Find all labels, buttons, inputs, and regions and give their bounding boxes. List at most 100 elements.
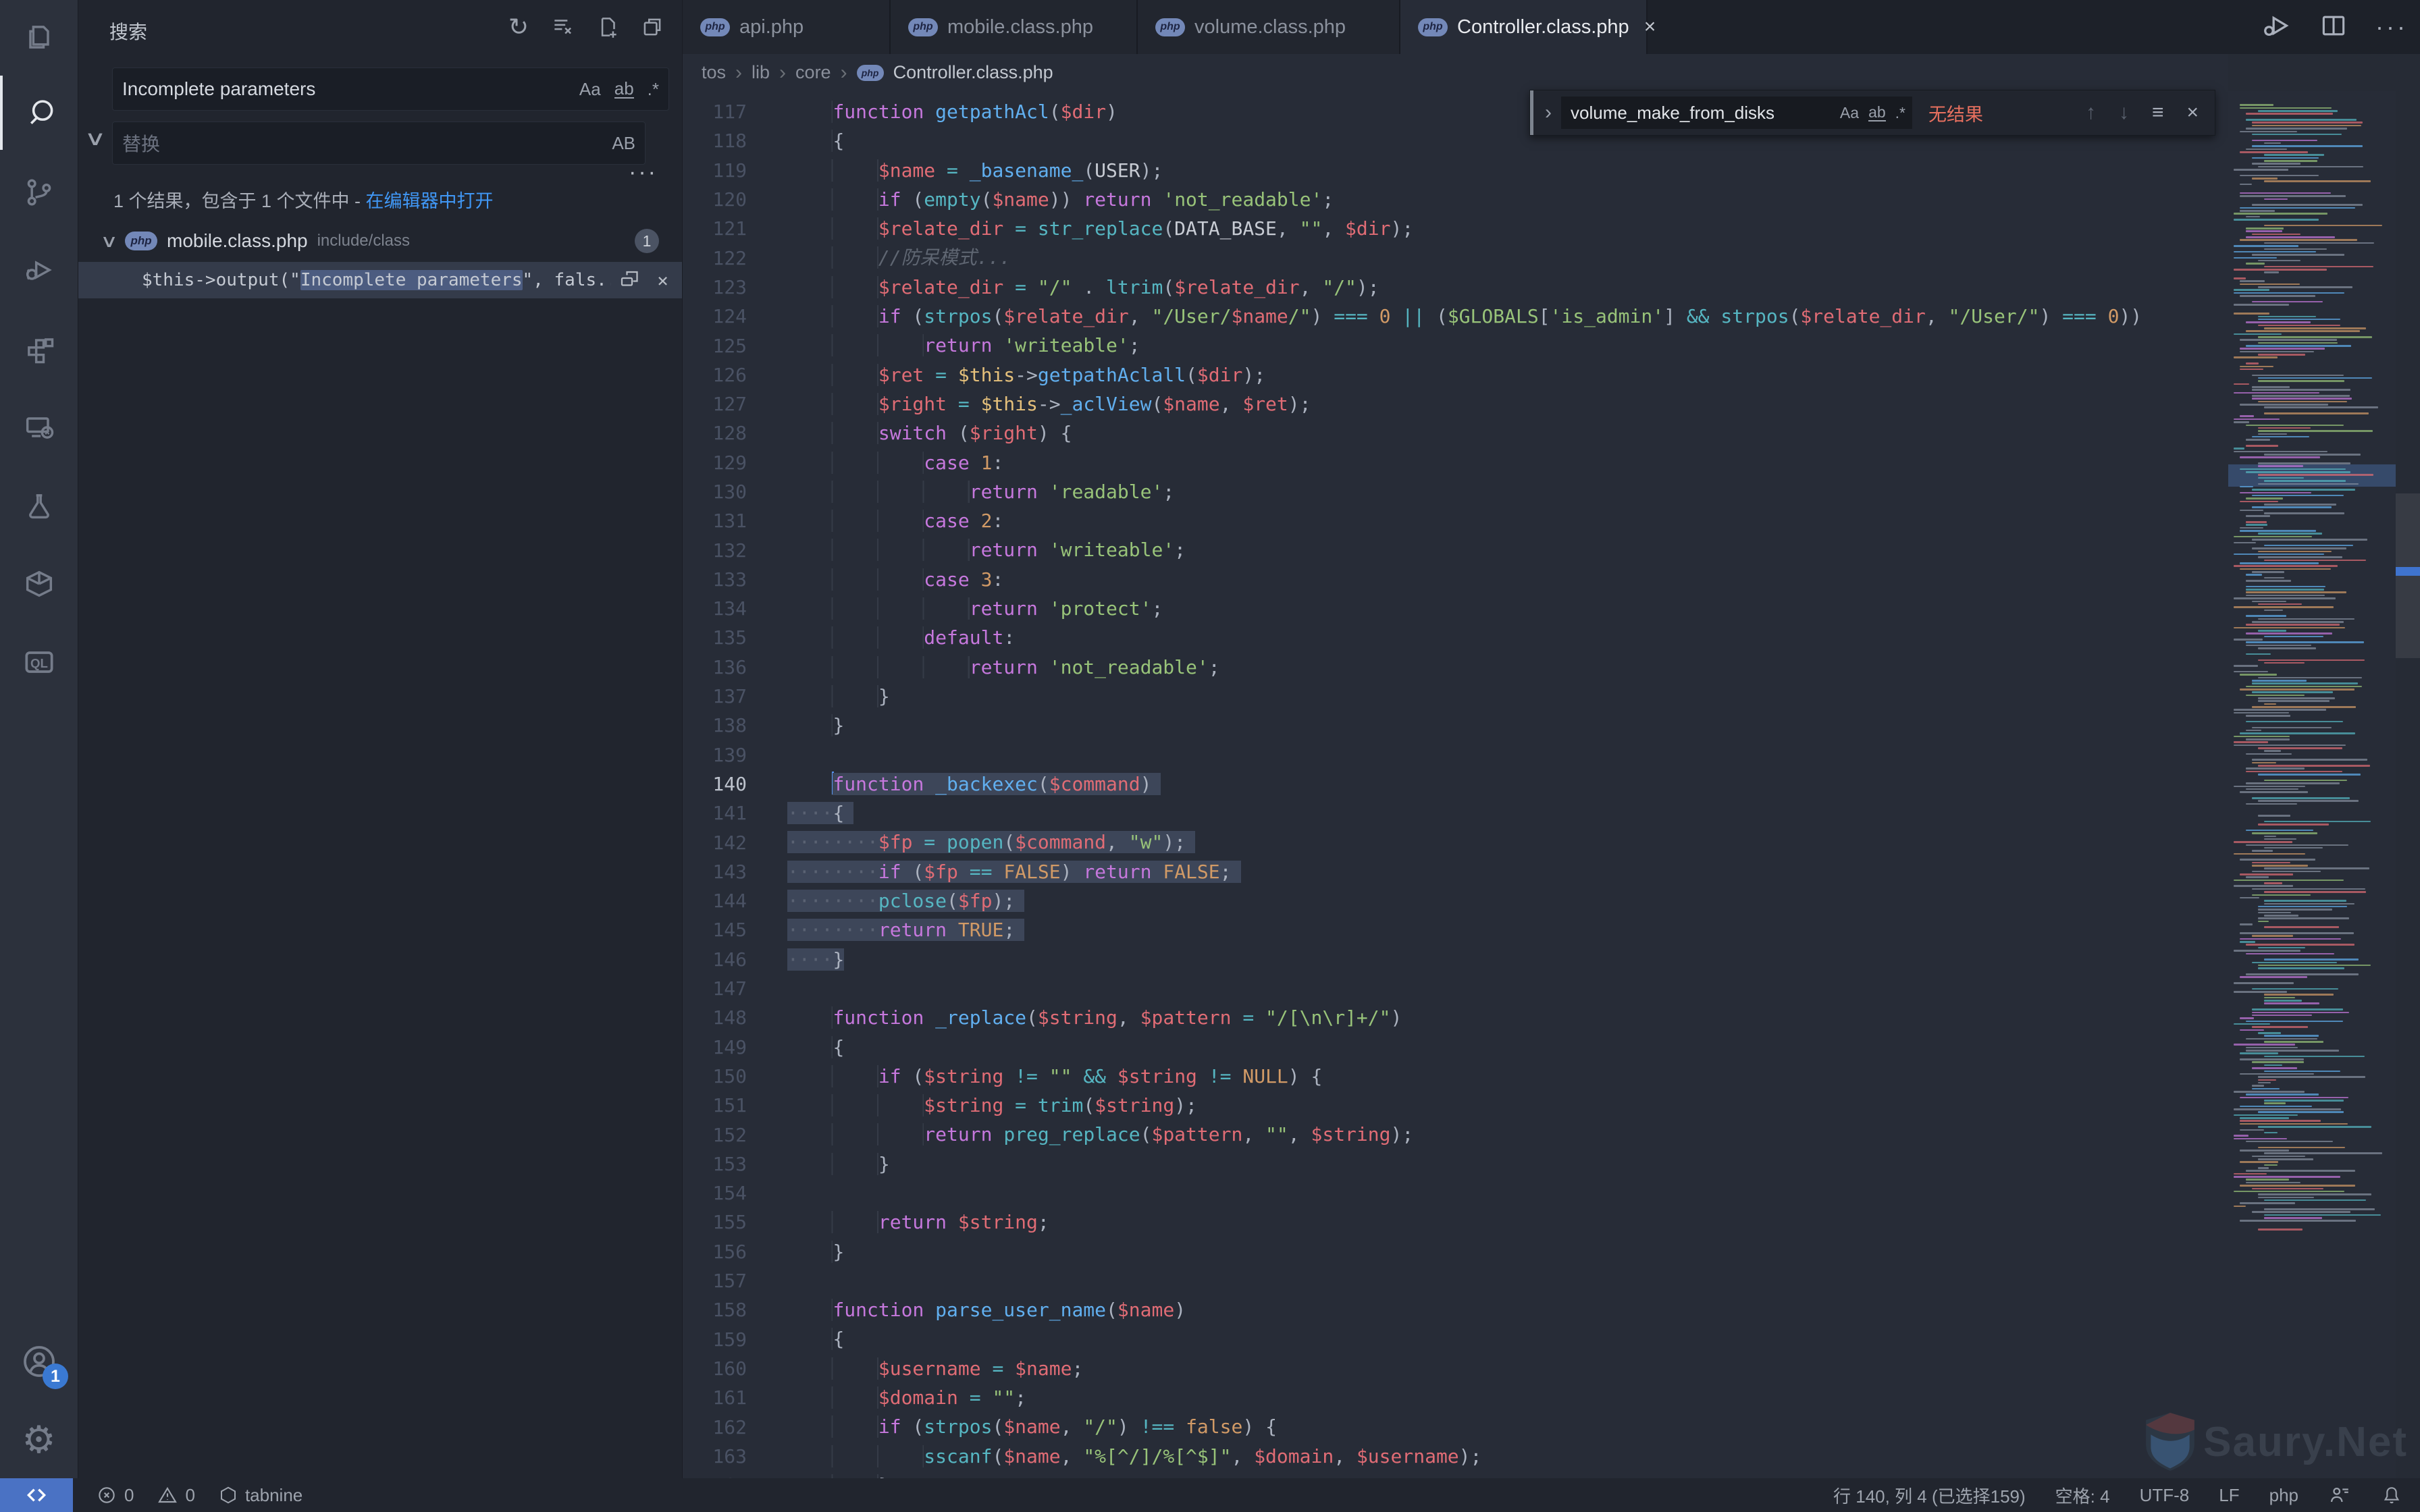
code-line-123[interactable]: 123 $relate_dir = "/" . ltrim($relate_di… xyxy=(683,273,2228,302)
code-line-140[interactable]: 140 function _backexec($command) xyxy=(683,770,2228,799)
codeql-icon[interactable]: QL xyxy=(0,625,78,699)
status-php[interactable]: php xyxy=(2269,1485,2298,1506)
extensions-icon[interactable] xyxy=(0,312,78,386)
code-line-135[interactable]: 135 default: xyxy=(683,623,2228,652)
code-line-134[interactable]: 134 return 'protect'; xyxy=(683,594,2228,623)
close-tab-icon[interactable]: × xyxy=(1644,16,1656,38)
explorer-icon[interactable] xyxy=(0,0,78,74)
code-line-144[interactable]: 144········pclose($fp); xyxy=(683,886,2228,915)
replace-input[interactable]: 替换 AB xyxy=(112,122,646,165)
scrollbar-slider[interactable] xyxy=(2396,493,2420,658)
find-previous-icon[interactable]: ↑ xyxy=(2086,101,2096,124)
code-line-143[interactable]: 143········if ($fp == FALSE) return FALS… xyxy=(683,857,2228,886)
open-in-editor-link[interactable]: 在编辑器中打开 xyxy=(366,191,494,211)
whole-word-icon[interactable]: ab xyxy=(1868,105,1886,122)
toggle-replace-icon[interactable]: › xyxy=(1545,101,1552,124)
match-result-row[interactable]: $this->output("Incomplete parameters", f… xyxy=(78,262,682,298)
code-editor[interactable]: 117 function getpathAcl($dir)118 {119 $n… xyxy=(683,91,2228,1478)
code-line-122[interactable]: 122 //防呆模式... xyxy=(683,243,2228,272)
find-input[interactable]: volume_make_from_disks Aa ab .* xyxy=(1561,97,1912,129)
code-line-150[interactable]: 150 if ($string != "" && $string != NULL… xyxy=(683,1062,2228,1091)
code-line-159[interactable]: 159 { xyxy=(683,1324,2228,1353)
status-bell[interactable] xyxy=(2381,1484,2402,1506)
code-line-129[interactable]: 129 case 1: xyxy=(683,448,2228,477)
code-line-147[interactable]: 147 xyxy=(683,974,2228,1003)
testing-icon[interactable] xyxy=(0,468,78,543)
code-line-131[interactable]: 131 case 2: xyxy=(683,506,2228,535)
match-case-icon[interactable]: Aa xyxy=(1840,104,1859,122)
code-line-138[interactable]: 138 } xyxy=(683,711,2228,740)
accounts-icon[interactable]: 1 xyxy=(0,1324,78,1399)
remote-explorer-icon[interactable] xyxy=(0,390,78,464)
regex-icon[interactable]: .* xyxy=(1895,104,1905,122)
code-line-124[interactable]: 124 if (strpos($relate_dir, "/User/$name… xyxy=(683,302,2228,331)
code-line-155[interactable]: 155 return $string; xyxy=(683,1208,2228,1237)
file-result-row[interactable]: ∨ php mobile.class.php include/class 1 xyxy=(78,223,682,259)
source-control-icon[interactable] xyxy=(0,155,78,230)
remote-indicator[interactable] xyxy=(0,1478,73,1512)
code-line-133[interactable]: 133 case 3: xyxy=(683,565,2228,594)
tab-Controller.class.php[interactable]: phpController.class.php× xyxy=(1400,0,1648,54)
code-line-158[interactable]: 158 function parse_user_name($name) xyxy=(683,1295,2228,1324)
code-line-148[interactable]: 148 function _replace($string, $pattern … xyxy=(683,1003,2228,1032)
status-warning[interactable]: 0 xyxy=(157,1484,194,1506)
file-twisty-icon[interactable]: ∨ xyxy=(100,231,118,252)
tab-api.php[interactable]: phpapi.php xyxy=(683,0,891,54)
code-line-132[interactable]: 132 return 'writeable'; xyxy=(683,535,2228,564)
code-line-128[interactable]: 128 switch ($right) { xyxy=(683,418,2228,448)
find-widget-sash[interactable] xyxy=(1530,90,1533,135)
code-line-120[interactable]: 120 if (empty($name)) return 'not_readab… xyxy=(683,185,2228,214)
code-line-156[interactable]: 156 } xyxy=(683,1237,2228,1266)
match-case-icon[interactable]: Aa xyxy=(579,79,601,100)
code-line-152[interactable]: 152 return preg_replace($pattern, "", $s… xyxy=(683,1120,2228,1149)
code-line-149[interactable]: 149 { xyxy=(683,1033,2228,1062)
dismiss-match-icon[interactable]: × xyxy=(657,269,668,292)
open-editors-icon[interactable] xyxy=(639,14,666,40)
refresh-icon[interactable]: ↻ xyxy=(505,14,532,40)
code-line-164[interactable]: 164 } xyxy=(683,1471,2228,1478)
whole-word-icon[interactable]: ab xyxy=(614,80,634,99)
settings-gear-icon[interactable]: ⚙ xyxy=(0,1403,78,1477)
run-debug-file-icon[interactable] xyxy=(2261,10,2292,45)
code-line-162[interactable]: 162 if (strpos($name, "/") !== false) { xyxy=(683,1412,2228,1441)
search-icon[interactable] xyxy=(0,76,80,150)
status-UTF-8[interactable]: UTF-8 xyxy=(2140,1485,2190,1506)
find-next-icon[interactable]: ↓ xyxy=(2119,101,2129,124)
code-line-127[interactable]: 127 $right = $this->_aclView($name, $ret… xyxy=(683,389,2228,418)
code-line-153[interactable]: 153 } xyxy=(683,1150,2228,1179)
code-line-142[interactable]: 142········$fp = popen($command, "w"); xyxy=(683,828,2228,857)
search-input[interactable]: Incomplete parameters Aa ab .* xyxy=(112,68,669,111)
more-actions-icon[interactable]: ··· xyxy=(2375,13,2408,41)
code-line-121[interactable]: 121 $relate_dir = str_replace(DATA_BASE,… xyxy=(683,214,2228,243)
code-line-130[interactable]: 130 return 'readable'; xyxy=(683,477,2228,506)
status-tabnine[interactable]: tabnine xyxy=(218,1485,302,1506)
package-icon[interactable] xyxy=(0,547,78,621)
close-find-icon[interactable]: × xyxy=(2186,101,2199,124)
code-line-139[interactable]: 139 xyxy=(683,740,2228,770)
replace-twisty-icon[interactable]: ∨ xyxy=(84,127,107,151)
replace-match-icon[interactable] xyxy=(618,266,642,295)
code-line-125[interactable]: 125 return 'writeable'; xyxy=(683,331,2228,360)
regex-icon[interactable]: .* xyxy=(648,79,659,100)
preserve-case-icon[interactable]: AB xyxy=(612,133,635,154)
run-debug-icon[interactable] xyxy=(0,233,78,307)
code-line-146[interactable]: 146····} xyxy=(683,945,2228,974)
code-line-160[interactable]: 160 $username = $name; xyxy=(683,1354,2228,1383)
status-LF[interactable]: LF xyxy=(2219,1485,2239,1506)
minimap[interactable] xyxy=(2228,91,2396,1478)
find-in-selection-icon[interactable]: ≡ xyxy=(2152,101,2164,124)
code-line-157[interactable]: 157 xyxy=(683,1266,2228,1295)
code-line-163[interactable]: 163 sscanf($name, "%[^/]/%[^$]", $domain… xyxy=(683,1442,2228,1471)
breadcrumb[interactable]: tos› lib› core› php Controller.class.php xyxy=(683,54,2228,91)
code-line-161[interactable]: 161 $domain = ""; xyxy=(683,1383,2228,1412)
status-空格: 4[interactable]: 空格: 4 xyxy=(2055,1483,2110,1508)
code-line-145[interactable]: 145········return TRUE; xyxy=(683,915,2228,944)
status-error[interactable]: 0 xyxy=(96,1484,134,1506)
split-editor-icon[interactable] xyxy=(2319,11,2348,44)
status-feedback[interactable] xyxy=(2328,1484,2351,1507)
code-line-141[interactable]: 141····{ xyxy=(683,799,2228,828)
code-line-137[interactable]: 137 } xyxy=(683,682,2228,711)
clear-results-icon[interactable] xyxy=(550,14,577,40)
tab-mobile.class.php[interactable]: phpmobile.class.php xyxy=(891,0,1138,54)
code-line-136[interactable]: 136 return 'not_readable'; xyxy=(683,653,2228,682)
